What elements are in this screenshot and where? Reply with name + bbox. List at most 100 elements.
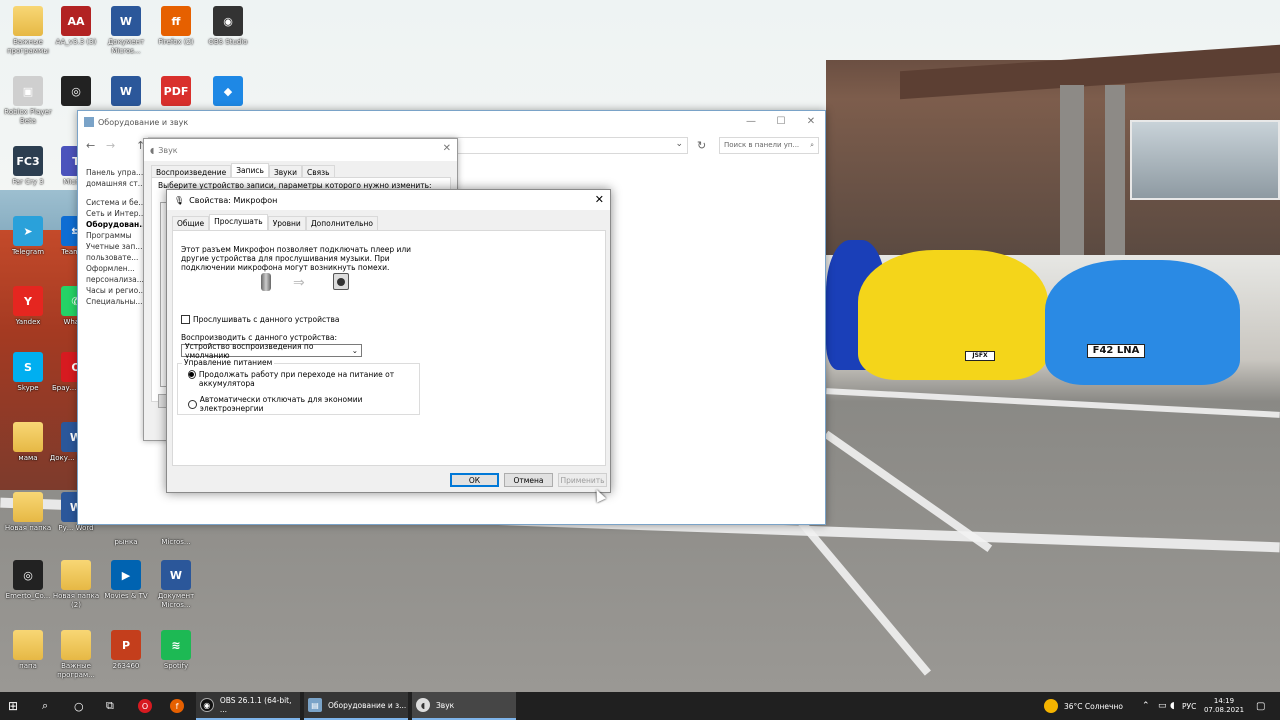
desktop-icon-label: OBS Studio <box>208 38 248 46</box>
listen-panel: Этот разъем Микрофон позволяет подключат… <box>172 230 606 466</box>
minimize-icon[interactable]: — <box>736 114 766 130</box>
desktop-icon-image: ≋ <box>161 630 191 660</box>
license-plate: JSFX <box>965 351 995 361</box>
chevron-down-icon: ⌄ <box>351 346 358 355</box>
search-input[interactable]: Поиск в панели уп... ⌕ <box>719 137 819 154</box>
desktop-icon[interactable]: W Документ Micros... <box>98 6 154 56</box>
desktop-icon[interactable]: W Документ Micros... <box>148 560 204 610</box>
listen-checkbox-row[interactable]: Прослушивать с данного устройства <box>181 315 340 324</box>
desktop-icon-label: AA_v3.3 (3) <box>55 38 97 46</box>
clock[interactable]: 14:19 07.08.2021 <box>1202 692 1246 720</box>
radio-continue[interactable] <box>188 370 196 379</box>
mic-props-titlebar[interactable]: 🎙 Свойства: Микрофон ✕ <box>167 190 610 210</box>
desktop-icon-image: W <box>111 6 141 36</box>
desktop-icon-image: ◉ <box>213 6 243 36</box>
close-icon[interactable]: ✕ <box>443 143 451 154</box>
tab-advanced[interactable]: Дополнительно <box>305 216 379 230</box>
desktop-icon[interactable]: ◎ <box>48 76 104 108</box>
desktop-icon-image: ◆ <box>213 76 243 106</box>
wallpaper-car-blue <box>1045 260 1240 385</box>
tab-general[interactable]: Общие <box>172 216 210 230</box>
obs-icon: ◉ <box>200 698 214 712</box>
sound-titlebar[interactable]: ◖ Звук ✕ <box>144 139 457 161</box>
taskbar: ⊞ ⌕ ○ ⧉ O f ◉ OBS 26.1.1 (64-bit, ... ▤ … <box>0 692 1280 720</box>
microphone-properties-dialog[interactable]: 🎙 Свойства: Микрофон ✕ Общие Прослушать … <box>166 189 611 493</box>
arrow-right-icon: ⇒ <box>293 275 305 291</box>
tab-levels[interactable]: Уровни <box>267 216 306 230</box>
desktop-icon-image: FC3 <box>13 146 43 176</box>
playback-device-select[interactable]: Устройство воспроизведения по умолчанию … <box>181 342 362 360</box>
listen-description: Этот разъем Микрофон позволяет подключат… <box>181 245 412 272</box>
listen-checkbox[interactable] <box>181 315 190 324</box>
desktop-icon-label: Movies & TV <box>104 592 148 600</box>
search-icon[interactable]: ⌕ <box>810 141 814 150</box>
desktop-icon-image <box>13 492 43 522</box>
refresh-icon[interactable]: ↻ <box>697 139 706 152</box>
desktop-icon-label: Roblox Player Beta <box>4 108 52 125</box>
power-group-title: Управление питанием <box>182 358 275 367</box>
desktop-icon[interactable]: Новая папка (2) <box>48 560 104 610</box>
notification-icon[interactable]: ▢ <box>1256 692 1265 720</box>
desktop-icon-image <box>61 630 91 660</box>
chevron-down-icon[interactable]: ⌄ <box>675 139 683 149</box>
speaker-icon <box>333 273 349 290</box>
desktop-icon-image: Y <box>13 286 43 316</box>
close-icon[interactable]: ✕ <box>796 114 826 130</box>
power-option-continue[interactable]: Продолжать работу при переходе на питани… <box>188 370 413 388</box>
explorer-title: Оборудование и звук <box>98 117 189 127</box>
taskbar-app-sound[interactable]: ◖ Звук <box>412 692 516 720</box>
desktop-icon-image: W <box>161 560 191 590</box>
desktop-icon-image: PDF <box>161 76 191 106</box>
desktop-icon[interactable]: ff Firefox (2) <box>148 6 204 47</box>
ok-button[interactable]: ОК <box>450 473 499 487</box>
language-indicator[interactable]: РУС <box>1182 692 1196 720</box>
weather-widget[interactable]: 36°C Солнечно <box>1044 692 1123 720</box>
opera-taskbar-icon[interactable]: O <box>138 692 158 720</box>
windows-start-icon[interactable]: ⊞ <box>8 692 18 720</box>
desktop-icon[interactable]: ◉ OBS Studio <box>200 6 256 47</box>
desktop-icon[interactable]: Важные програм... <box>48 630 104 680</box>
back-arrow-icon[interactable]: ← <box>86 139 95 152</box>
cancel-button[interactable]: Отмена <box>504 473 553 487</box>
desktop-icon-image: ▶ <box>111 560 141 590</box>
mic-props-tabs: Общие Прослушать Уровни Дополнительно <box>172 214 379 230</box>
forward-arrow-icon[interactable]: → <box>106 139 115 152</box>
apply-button[interactable]: Применить <box>558 473 607 487</box>
maximize-icon[interactable]: ☐ <box>766 114 796 130</box>
radio-auto-off[interactable] <box>188 399 197 409</box>
tab-listen[interactable]: Прослушать <box>209 214 268 230</box>
network-icon[interactable]: ▭ <box>1158 692 1167 720</box>
desktop-icon[interactable]: AA AA_v3.3 (3) <box>48 6 104 47</box>
desktop-icon[interactable]: W <box>98 76 154 108</box>
sound-title: Звук <box>158 145 178 155</box>
chevron-up-icon[interactable]: ⌃ <box>1142 692 1150 720</box>
taskbar-app-obs[interactable]: ◉ OBS 26.1.1 (64-bit, ... <box>196 692 300 720</box>
search-placeholder: Поиск в панели уп... <box>724 141 800 149</box>
taskbar-app-hardware-sound[interactable]: ▤ Оборудование и з... <box>304 692 408 720</box>
cortana-icon[interactable]: ○ <box>74 692 84 720</box>
desktop-icon[interactable]: P 263460 <box>98 630 154 671</box>
desktop-icon-label: Документ Micros... <box>157 592 195 609</box>
power-option-auto-off[interactable]: Автоматически отключать для экономии эле… <box>188 395 419 413</box>
task-view-icon[interactable]: ⧉ <box>106 692 114 720</box>
desktop-icon[interactable]: ▶ Movies & TV <box>98 560 154 601</box>
firefox-taskbar-icon[interactable]: f <box>170 692 190 720</box>
desktop-icon-image <box>13 630 43 660</box>
desktop-icon[interactable]: ◆ <box>200 76 256 108</box>
close-icon[interactable]: ✕ <box>595 193 604 206</box>
wallpaper-window <box>1130 120 1280 200</box>
control-panel-icon <box>84 117 94 127</box>
volume-icon[interactable]: ◖ <box>1170 692 1175 720</box>
desktop-icon-label: Новая папка (2) <box>52 592 100 609</box>
desktop-icon-image: W <box>111 76 141 106</box>
control-panel-icon: ▤ <box>308 698 322 712</box>
desktop-icon-image: ➤ <box>13 216 43 246</box>
desktop-icon-image: ◎ <box>61 76 91 106</box>
explorer-titlebar[interactable]: Оборудование и звук <box>78 111 825 133</box>
desktop-icon[interactable]: ≋ Spotify <box>148 630 204 671</box>
power-option-1-label: Продолжать работу при переходе на питани… <box>198 370 395 388</box>
clock-time: 14:19 <box>1213 697 1235 705</box>
taskbar-app-label: OBS 26.1.1 (64-bit, ... <box>219 696 292 714</box>
search-icon[interactable]: ⌕ <box>42 692 48 720</box>
desktop-icon[interactable]: PDF <box>148 76 204 108</box>
